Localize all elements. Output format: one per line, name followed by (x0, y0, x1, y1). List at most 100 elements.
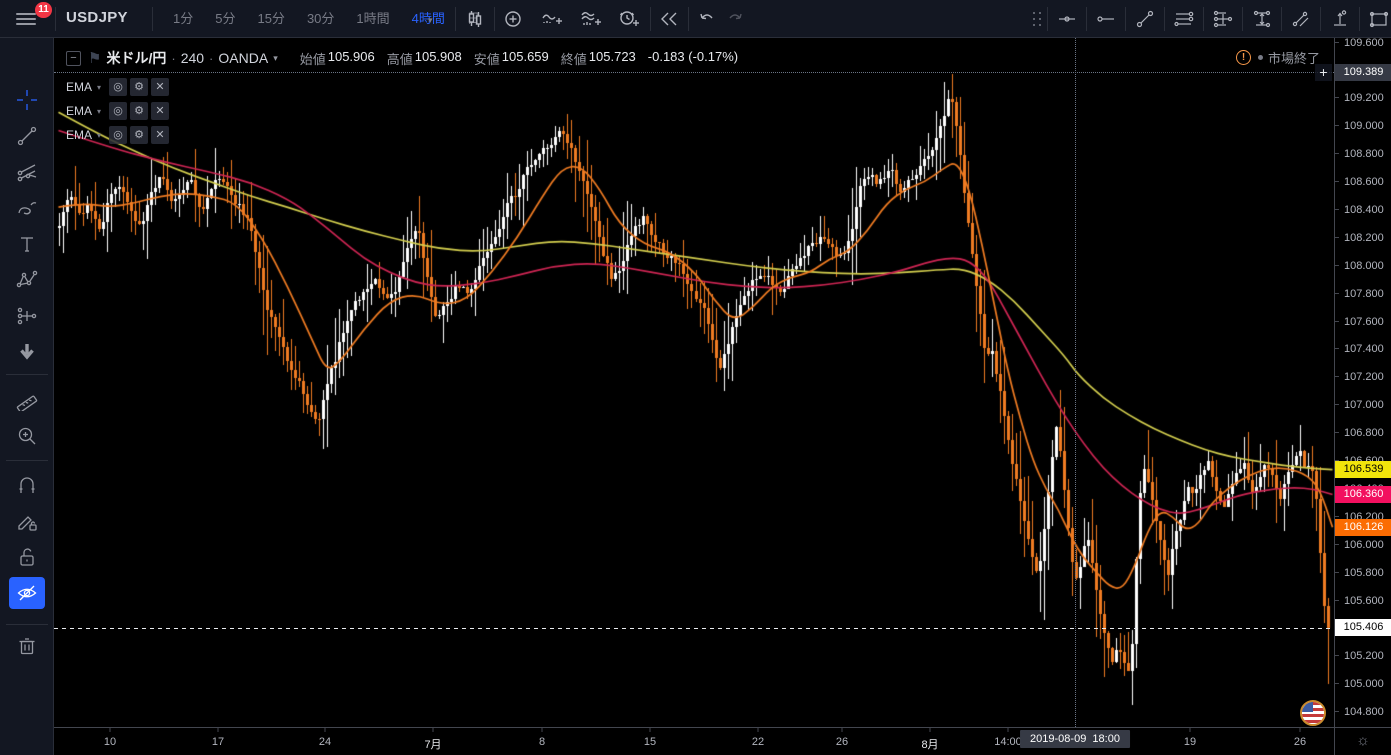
indicator-legend-row[interactable]: EMA ▾ ◎⚙✕ (66, 102, 172, 120)
divider (1281, 7, 1282, 31)
symbol-title[interactable]: 米ドル/円 (106, 48, 166, 68)
cross-line-tool-icon (1213, 9, 1233, 29)
indicator-settings-button[interactable]: ⚙ (130, 102, 148, 120)
time-tick-label: 8月 (921, 736, 938, 752)
tick-mark (650, 728, 651, 732)
hide-all-tool-button[interactable] (9, 577, 45, 609)
arrow-down-tool-button[interactable] (9, 336, 45, 368)
interval-button-2[interactable]: 15分 (246, 0, 295, 38)
pitchfork-tool-button[interactable] (9, 156, 45, 188)
menu-button[interactable]: 11 (8, 5, 46, 33)
ema-price-badge: 106.126 (1335, 519, 1391, 536)
magnet-tool-button[interactable] (9, 470, 45, 502)
chevron-down-icon[interactable]: ▾ (428, 15, 433, 26)
zoom-in-tool-button[interactable] (9, 420, 45, 452)
alert-add-icon (618, 9, 640, 29)
ruler-tool-button[interactable] (9, 384, 45, 416)
indicator-eye-button[interactable]: ◎ (109, 126, 127, 144)
compare-add-icon (503, 9, 523, 29)
divider (1125, 7, 1126, 31)
divider (1242, 7, 1243, 31)
remove-all-tool-button[interactable] (9, 630, 45, 662)
indicators-button[interactable] (537, 4, 567, 34)
divider (6, 460, 48, 461)
toolbar-drag-handle[interactable] (1033, 12, 1043, 26)
indicator-settings-button[interactable]: ⚙ (130, 126, 148, 144)
indicator-legend-row[interactable]: EMA ▾ ◎⚙✕ (66, 126, 172, 144)
alert-button[interactable] (614, 4, 644, 34)
parallel-lines-tool-button[interactable] (1169, 4, 1199, 34)
indicator-template-button[interactable] (576, 4, 606, 34)
warning-icon[interactable]: ! (1236, 50, 1251, 65)
indicator-name[interactable]: EMA (66, 104, 92, 118)
indicator-legend-row[interactable]: EMA ▾ ◎⚙✕ (66, 78, 172, 96)
indicator-settings-button[interactable]: ⚙ (130, 78, 148, 96)
add-alert-plus-icon[interactable]: + (1315, 64, 1332, 81)
chevron-down-icon[interactable]: ▾ (273, 53, 278, 64)
indicator-name[interactable]: EMA (66, 80, 92, 94)
drawing-lock-tool-button[interactable] (9, 506, 45, 538)
indicator-name[interactable]: EMA (66, 128, 92, 142)
interval-button-0[interactable]: 1分 (162, 0, 204, 38)
time-tick-label: 22 (752, 736, 764, 748)
candlestick-canvas[interactable] (54, 38, 1334, 727)
chart-legend-header[interactable]: − ⚑ 米ドル/円 · 240 · OANDA ▾ 始値105.906 高値10… (66, 48, 738, 68)
replay-button[interactable] (654, 4, 684, 34)
candlestick-style-icon (465, 9, 485, 29)
undo-button[interactable] (692, 4, 722, 34)
symbol-button[interactable]: USDJPY (66, 9, 128, 26)
crosshair-tool-button[interactable] (9, 84, 45, 116)
tick-mark (842, 728, 843, 732)
rectangle-tool-button[interactable] (1364, 4, 1391, 34)
trend-line-tool-button[interactable] (9, 120, 45, 152)
compare-button[interactable] (498, 4, 528, 34)
flag-marker-icon[interactable]: ⚑ (88, 49, 101, 67)
us-flag-logo[interactable] (1300, 700, 1326, 726)
lock-all-tool-button[interactable] (9, 541, 45, 573)
tick-mark (110, 728, 111, 732)
cross-line-tool-button[interactable] (1208, 4, 1238, 34)
price-axis[interactable]: 109.600109.200109.000108.800108.600108.4… (1334, 38, 1391, 727)
indicator-eye-button[interactable]: ◎ (109, 78, 127, 96)
horizontal-ray-tool-button[interactable] (1091, 4, 1121, 34)
chevron-down-icon[interactable]: ▾ (97, 83, 101, 92)
chevron-down-icon[interactable]: ▾ (97, 107, 101, 116)
tick-mark (1335, 711, 1339, 712)
candlestick-style-button[interactable] (460, 4, 490, 34)
ohlc-readout: 始値105.906 高値105.908 安値105.659 終値105.723 … (300, 49, 738, 68)
time-axis[interactable]: 2019-08-09 18:00 1017247月81522268月14:001… (54, 727, 1334, 755)
time-tick-label: 26 (1294, 736, 1306, 748)
interval-button-4[interactable]: 1時間 (345, 0, 400, 38)
chart-plot-area[interactable]: − ⚑ 米ドル/円 · 240 · OANDA ▾ 始値105.906 高値10… (54, 38, 1334, 727)
parallel-channel-tool-button[interactable] (1286, 4, 1316, 34)
price-tick-label: 105.200 (1335, 649, 1391, 663)
collapse-legend-button[interactable]: − (66, 51, 81, 66)
date-price-range-tool-button[interactable] (1325, 4, 1355, 34)
indicator-close-button[interactable]: ✕ (151, 126, 169, 144)
forecast-tool-button[interactable] (9, 300, 45, 332)
brush-tool-button[interactable] (9, 192, 45, 224)
price-tick-label: 107.800 (1335, 287, 1391, 301)
indicator-close-button[interactable]: ✕ (151, 102, 169, 120)
indicator-close-button[interactable]: ✕ (151, 78, 169, 96)
chevron-down-icon[interactable]: ▾ (97, 131, 101, 140)
interval-button-1[interactable]: 5分 (204, 0, 246, 38)
divider (1359, 7, 1360, 31)
horizontal-line-tool-button[interactable] (1052, 4, 1082, 34)
theme-toggle-cell[interactable]: ☼ (1334, 727, 1391, 755)
tick-mark (1190, 728, 1191, 732)
price-tick-label: 105.800 (1335, 566, 1391, 580)
pattern-tool-button[interactable] (9, 264, 45, 296)
price-range-tool-button[interactable] (1247, 4, 1277, 34)
trend-line-tool-button[interactable] (1130, 4, 1160, 34)
forecast-icon (16, 305, 38, 327)
tick-mark (1335, 348, 1339, 349)
sun-icon[interactable]: ☼ (1356, 732, 1370, 749)
interval-button-3[interactable]: 30分 (296, 0, 345, 38)
price-tick-label: 107.600 (1335, 315, 1391, 329)
redo-button[interactable] (720, 4, 750, 34)
redo-icon (725, 9, 745, 29)
text-tool-button[interactable] (9, 228, 45, 260)
indicator-eye-button[interactable]: ◎ (109, 102, 127, 120)
open-value: 105.906 (328, 49, 375, 68)
